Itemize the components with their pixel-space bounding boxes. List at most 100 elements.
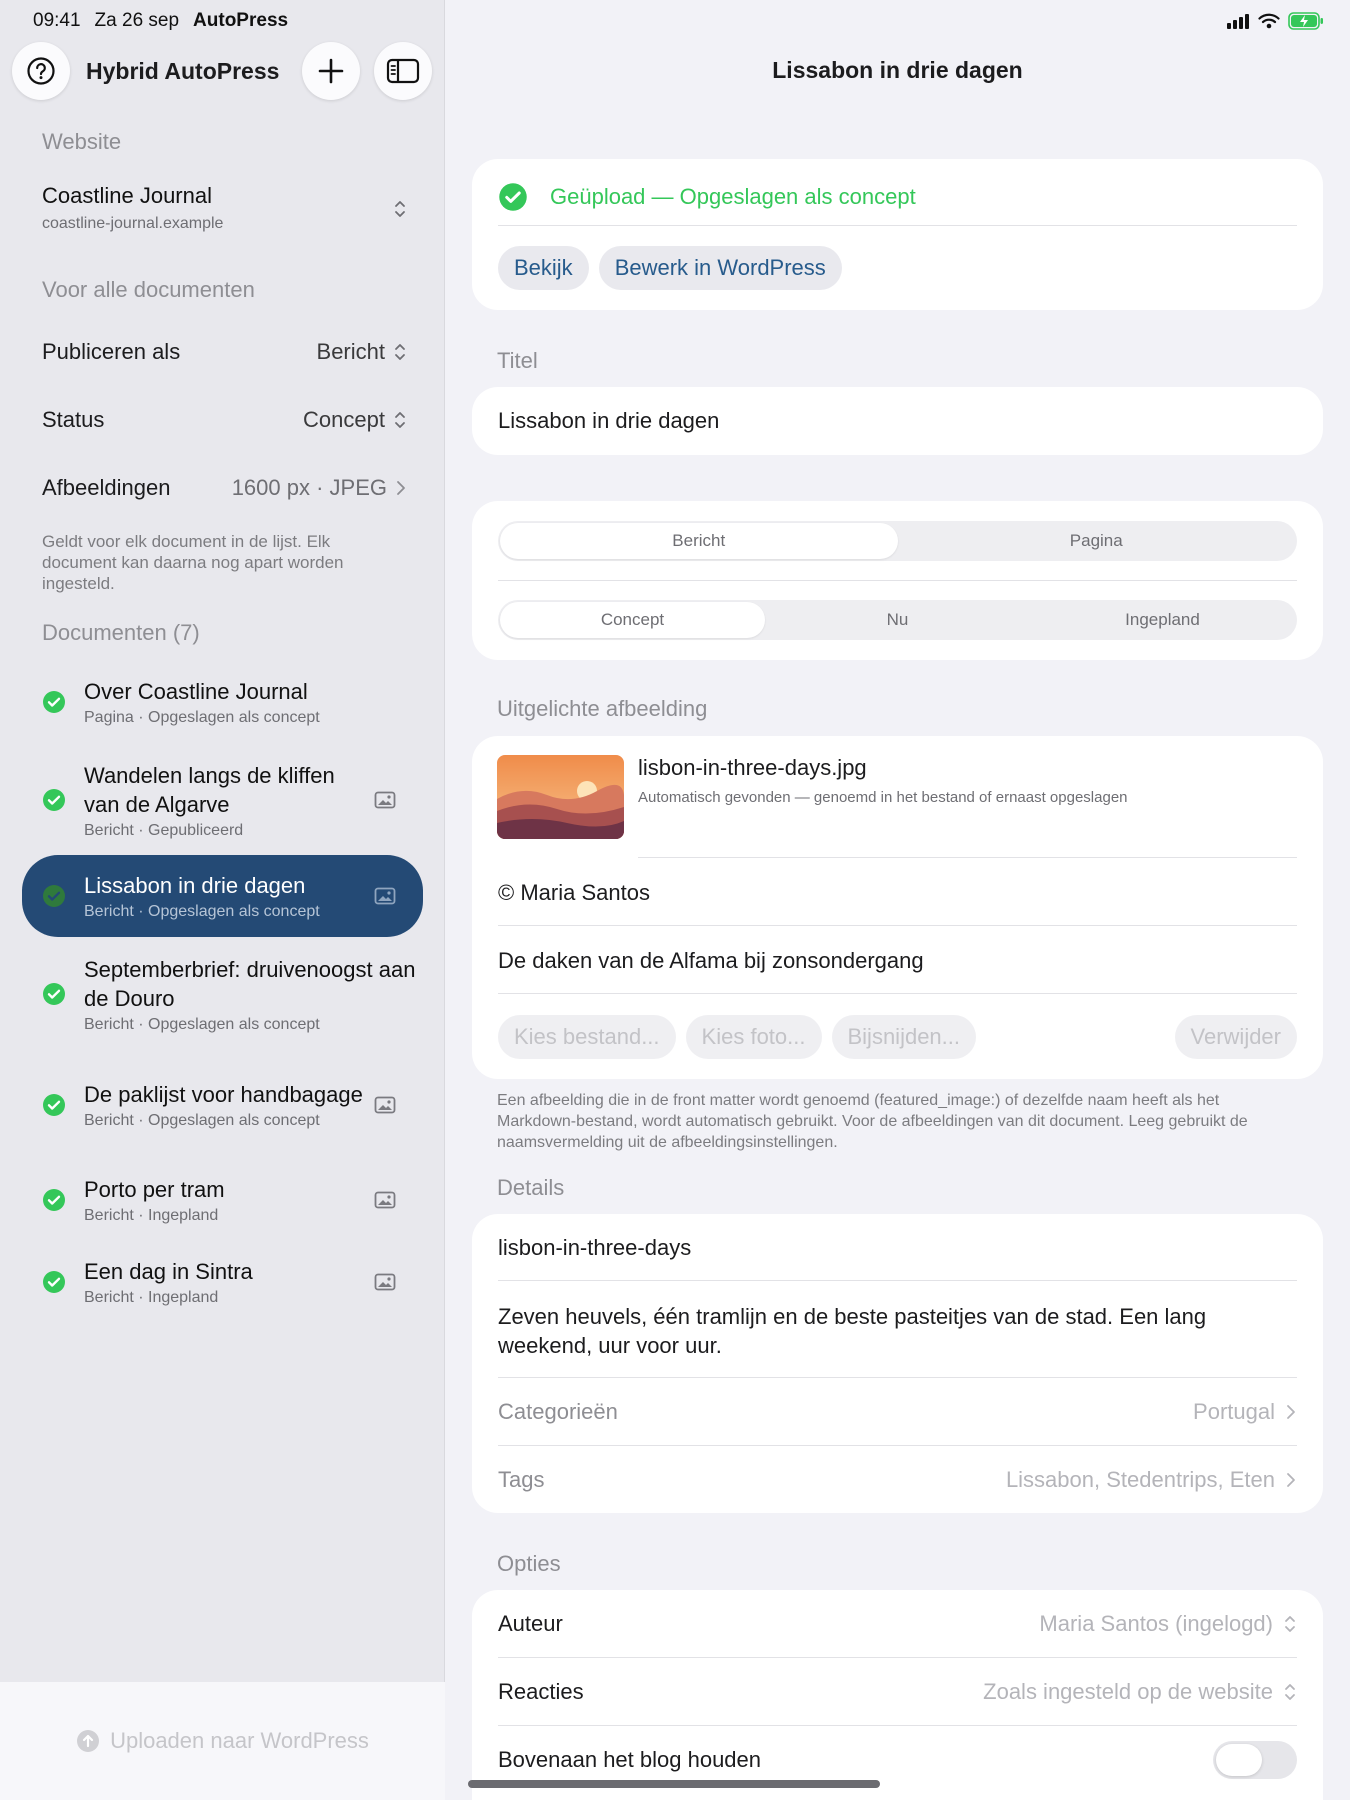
slug-input[interactable]: lisbon-in-three-days [498,1235,1297,1261]
comments-row[interactable]: Reacties Zoals ingesteld op de website [498,1672,1297,1712]
document-item[interactable]: Porto per tram Bericht · Ingepland [22,1170,423,1230]
publish-as-label: Publiceren als [42,339,181,364]
site-name: Coastline Journal [42,183,212,208]
battery-charging-icon [1288,12,1323,30]
checkmark-circle-icon [43,1189,65,1211]
segment-scheduled[interactable]: Ingepland [1030,602,1295,638]
image-caption-input[interactable]: De daken van de Alfama bij zonsondergang [498,948,1297,974]
site-url: coastline-journal.example [42,215,224,232]
categories-row[interactable]: Categorieën Portugal [498,1392,1297,1432]
website-section-label: Website [42,129,122,154]
checkmark-circle-icon [43,885,65,907]
document-item-selected[interactable]: Lissabon in drie dagen Bericht · Opgesla… [22,855,423,937]
document-title: De paklijst voor handbagage [84,1082,363,1107]
options-section-label: Opties [497,1551,561,1576]
document-subtitle: Bericht · Opgeslagen als concept [84,903,320,920]
title-section-label: Titel [497,348,538,373]
photo-icon [374,791,396,809]
sticky-toggle[interactable] [1213,1741,1297,1779]
status-bar-left: 09:41 Za 26 sep AutoPress [33,10,288,32]
status-row[interactable]: Status Concept [42,400,407,440]
publish-as-row[interactable]: Publiceren als Bericht [42,332,407,372]
categories-label: Categorieën [498,1399,618,1424]
edit-in-wordpress-button[interactable]: Bewerk in WordPress [598,246,842,290]
chevron-up-down-icon [1285,1684,1295,1700]
images-row[interactable]: Afbeeldingen 1600 px · JPEG [42,468,407,508]
website-picker[interactable]: Coastline Journal coastline-journal.exam… [42,183,407,233]
options-card: Auteur Maria Santos (ingelogd) Reacties … [472,1590,1323,1800]
document-title: Septemberbrief: druivenoogst aan de Dour… [84,956,416,1011]
publish-as-value: Bericht [316,339,385,364]
wifi-icon [1258,13,1280,29]
author-row[interactable]: Auteur Maria Santos (ingelogd) [498,1604,1297,1644]
document-subtitle: Bericht · Ingepland [84,1207,219,1224]
segment-draft[interactable]: Concept [500,602,765,638]
images-value: 1600 px · JPEG [231,475,387,500]
upload-to-wordpress-button[interactable]: Uploaden naar WordPress [0,1682,445,1800]
chevron-up-down-icon [395,412,405,428]
page-title: Lissabon in drie dagen [772,57,1023,83]
comments-label: Reacties [498,1679,584,1704]
choose-file-button[interactable]: Kies bestand... [498,1015,676,1059]
photo-icon [374,1273,396,1291]
checkmark-circle-icon [43,789,65,811]
view-button[interactable]: Bekijk [498,246,589,290]
tags-value: Lissabon, Stedentrips, Eten [1005,1467,1275,1492]
upload-status-card: Geüpload — Opgeslagen als concept Bekijk… [472,159,1323,310]
image-filename: lisbon-in-three-days.jpg [638,755,867,780]
help-button[interactable] [12,42,70,100]
status-bar-right [1226,12,1324,30]
chevron-up-down-icon [395,201,405,217]
crop-button[interactable]: Bijsnijden... [831,1015,977,1059]
post-status-segmented-control: Concept Nu Ingepland [498,600,1297,640]
document-title: Over Coastline Journal [84,679,308,704]
document-item[interactable]: Een dag in Sintra Bericht · Ingepland [22,1252,423,1312]
cellular-signal-icon [1227,14,1249,29]
featured-image-note: Een afbeelding die in de front matter wo… [497,1092,1248,1151]
remove-image-button[interactable]: Verwijder [1174,1015,1297,1059]
excerpt-input[interactable]: Zeven heuvels, één tramlijn en de beste … [498,1302,1218,1360]
chevron-up-down-icon [1285,1616,1295,1632]
document-item[interactable]: Over Coastline Journal Pagina · Opgeslag… [22,672,423,732]
chevron-right-icon [397,481,405,495]
segment-now[interactable]: Nu [765,602,1030,638]
sticky-label: Bovenaan het blog houden [498,1747,762,1772]
chevron-right-icon [1287,1405,1295,1419]
add-document-button[interactable] [302,42,360,100]
tags-label: Tags [498,1467,545,1492]
document-subtitle: Pagina · Opgeslagen als concept [84,709,320,726]
checkmark-circle-icon [43,1271,65,1293]
tags-row[interactable]: Tags Lissabon, Stedentrips, Eten [498,1460,1297,1500]
sticky-row: Bovenaan het blog houden [498,1740,1297,1780]
segment-page[interactable]: Pagina [898,523,1296,559]
toggle-sidebar-button[interactable] [374,42,432,100]
featured-image-thumbnail[interactable] [497,755,624,839]
documents-section-label: Documenten (7) [42,620,200,645]
image-found-note: Automatisch gevonden — genoemd in het be… [638,789,1128,806]
details-card: lisbon-in-three-days Zeven heuvels, één … [472,1214,1323,1513]
document-item[interactable]: Wandelen langs de kliffen van de Algarve… [22,756,423,844]
details-section-label: Details [497,1175,565,1200]
title-card: Lissabon in drie dagen [472,387,1323,455]
document-subtitle: Bericht · Ingepland [84,1289,219,1306]
status-label: Status [42,407,105,432]
photo-icon [374,1096,396,1114]
sidebar: 09:41 Za 26 sep AutoPress Hybrid AutoPre… [0,0,445,1800]
categories-value: Portugal [1193,1399,1275,1424]
settings-note: Geldt voor elk document in de lijst. Elk… [42,532,344,593]
segment-post[interactable]: Bericht [500,523,898,559]
document-title: Wandelen langs de kliffen van de Algarve [84,762,335,817]
document-subtitle: Bericht · Gepubliceerd [84,821,244,839]
featured-image-card: lisbon-in-three-days.jpg Automatisch gev… [472,736,1323,1079]
image-credit-input[interactable]: © Maria Santos [498,880,1297,906]
choose-photo-button[interactable]: Kies foto... [685,1015,822,1059]
document-item[interactable]: De paklijst voor handbagage Bericht · Op… [22,1061,423,1149]
document-title: Een dag in Sintra [84,1259,253,1284]
post-type-segmented-control: Bericht Pagina [498,521,1297,561]
comments-value: Zoals ingesteld op de website [983,1679,1273,1704]
featured-image-section-label: Uitgelichte afbeelding [497,696,708,721]
sidebar-header: Hybrid AutoPress [12,40,432,102]
title-input[interactable]: Lissabon in drie dagen [498,408,1297,434]
document-item[interactable]: Septemberbrief: druivenoogst aan de Dour… [22,950,423,1038]
upload-label: Uploaden naar WordPress [110,1728,369,1753]
